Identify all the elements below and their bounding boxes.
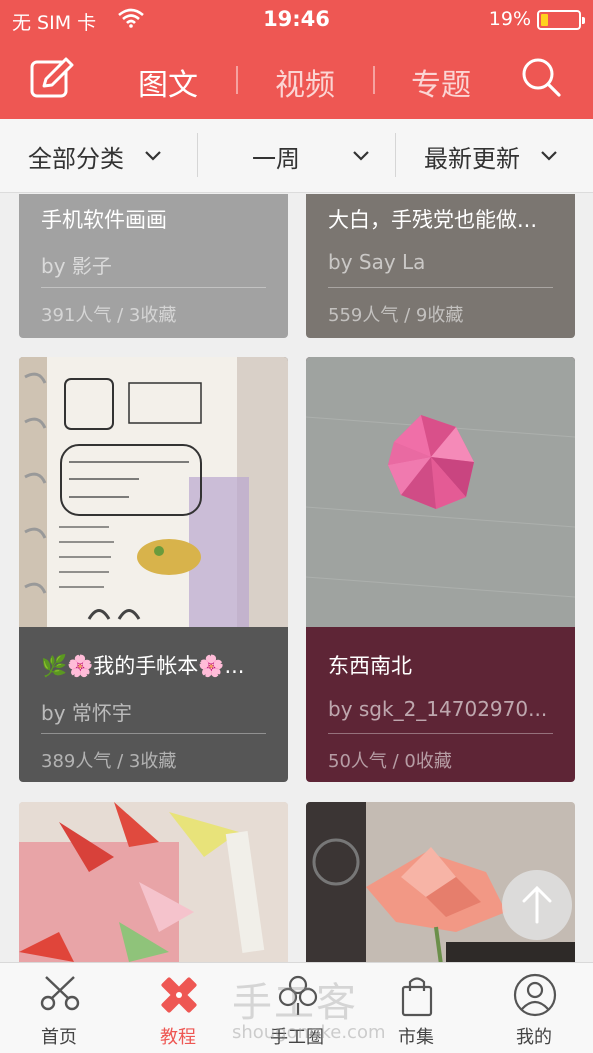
tabbar-label: 首页 xyxy=(41,1027,77,1048)
card-thumbnail xyxy=(19,357,288,627)
chevron-down-icon xyxy=(353,151,369,161)
card-info: 大白，手残党也能做... by Say La 559人气 / 9收藏 xyxy=(306,194,575,338)
filter-sort[interactable]: 最新更新 xyxy=(424,119,558,193)
tutorial-feed: 手机软件画画 by 影子 391人气 / 3收藏 大白，手残党也能做... by… xyxy=(0,194,593,962)
arrow-up-icon xyxy=(522,885,552,924)
pencil-ruler-icon xyxy=(161,977,197,1013)
card-title: 🌿🌸我的手帐本🌸... xyxy=(41,654,245,678)
tabbar-item-tutorial[interactable]: 教程 xyxy=(128,963,228,1053)
tab-video[interactable]: 视频 xyxy=(275,60,335,104)
scissors-icon xyxy=(40,976,80,1011)
card-divider xyxy=(328,733,553,734)
filter-category[interactable]: 全部分类 xyxy=(28,119,162,193)
card-thumbnail xyxy=(306,357,575,627)
card-info: 🌿🌸我的手帐本🌸... by 常怀宇 389人气 / 3收藏 xyxy=(19,627,288,782)
filter-divider xyxy=(197,133,198,177)
search-icon[interactable] xyxy=(520,56,562,98)
tutorial-card[interactable] xyxy=(19,802,288,962)
card-stats: 559人气 / 9收藏 xyxy=(328,305,464,326)
card-stats: 50人气 / 0收藏 xyxy=(328,751,452,772)
card-divider xyxy=(41,733,266,734)
edit-icon[interactable] xyxy=(30,57,76,99)
tutorial-card[interactable]: 大白，手残党也能做... by Say La 559人气 / 9收藏 xyxy=(306,194,575,338)
card-title: 东西南北 xyxy=(328,654,412,678)
card-divider xyxy=(41,287,266,288)
chevron-down-icon xyxy=(541,151,557,161)
user-icon xyxy=(513,973,557,1017)
filter-bar: 全部分类 一周 最新更新 xyxy=(0,119,593,193)
app-header: 无 SIM 卡 19:46 19% 图文 视频 专题 xyxy=(0,0,593,119)
battery-icon xyxy=(537,10,585,30)
card-author: by 常怀宇 xyxy=(41,701,132,725)
tab-separator xyxy=(373,66,375,94)
chevron-down-icon xyxy=(145,151,161,161)
card-divider xyxy=(328,287,553,288)
tabbar-item-profile[interactable]: 我的 xyxy=(484,963,584,1053)
card-author: by 影子 xyxy=(41,254,112,278)
filter-divider xyxy=(395,133,396,177)
filter-category-label: 全部分类 xyxy=(28,144,124,173)
card-stats: 391人气 / 3收藏 xyxy=(41,305,177,326)
battery-fill xyxy=(541,14,548,26)
filter-sort-label: 最新更新 xyxy=(424,144,520,173)
tutorial-card[interactable]: 东西南北 by sgk_2_14702970... 50人气 / 0收藏 xyxy=(306,357,575,782)
tutorial-card[interactable]: 🌿🌸我的手帐本🌸... by 常怀宇 389人气 / 3收藏 xyxy=(19,357,288,782)
tabbar-label: 教程 xyxy=(160,1027,196,1048)
filter-period-label: 一周 xyxy=(252,144,300,173)
card-info: 手机软件画画 by 影子 391人气 / 3收藏 xyxy=(19,194,288,338)
tabbar-item-home[interactable]: 首页 xyxy=(9,963,109,1053)
tab-separator xyxy=(236,66,238,94)
tabbar-label: 我的 xyxy=(516,1027,552,1048)
filter-period[interactable]: 一周 xyxy=(252,119,370,193)
card-thumbnail xyxy=(19,802,288,962)
top-nav: 图文 视频 专题 xyxy=(0,40,593,119)
tab-graphic[interactable]: 图文 xyxy=(138,60,198,104)
status-bar: 无 SIM 卡 19:46 19% xyxy=(0,0,593,40)
card-title: 大白，手残党也能做... xyxy=(328,208,538,232)
watermark-url: shougongke.com xyxy=(232,1022,386,1043)
shopping-bag-icon xyxy=(401,977,433,1017)
card-info: 东西南北 by sgk_2_14702970... 50人气 / 0收藏 xyxy=(306,627,575,782)
card-author: by sgk_2_14702970... xyxy=(328,697,548,721)
tab-topic[interactable]: 专题 xyxy=(411,60,471,104)
tutorial-card[interactable]: 手机软件画画 by 影子 391人气 / 3收藏 xyxy=(19,194,288,338)
card-stats: 389人气 / 3收藏 xyxy=(41,751,177,772)
card-title: 手机软件画画 xyxy=(41,208,167,232)
scroll-top-button[interactable] xyxy=(502,870,572,940)
watermark-logo: 手工客 xyxy=(232,980,358,1026)
battery-percent: 19% xyxy=(488,8,531,30)
card-author: by Say La xyxy=(328,250,426,274)
